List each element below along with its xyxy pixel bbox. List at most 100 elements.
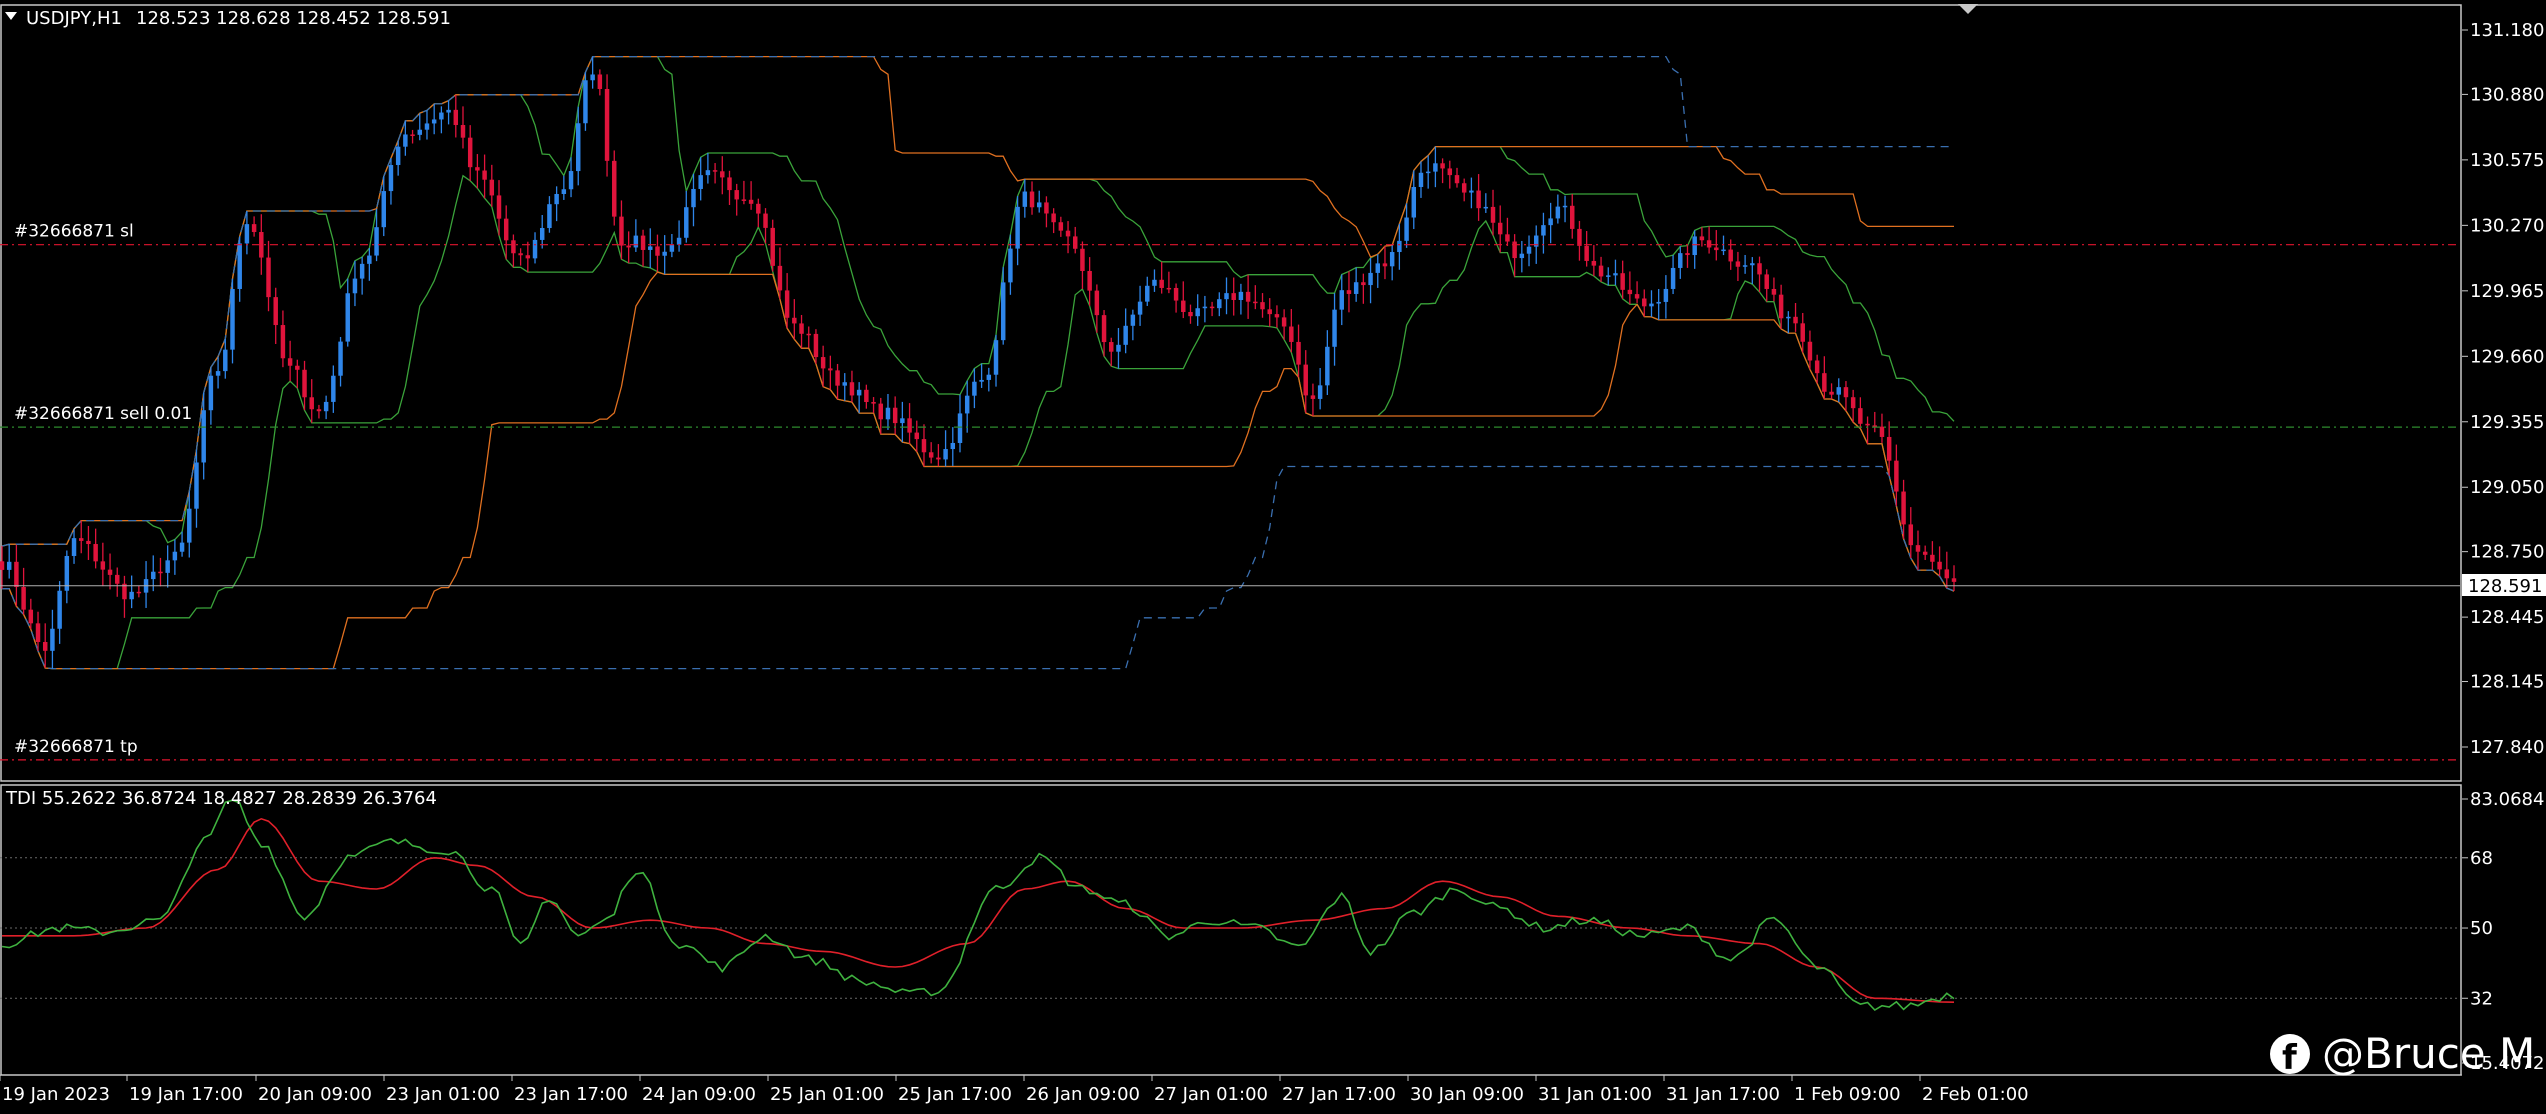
candle-body[interactable] bbox=[979, 379, 984, 382]
candle-body[interactable] bbox=[1325, 346, 1330, 386]
candle-body[interactable] bbox=[331, 375, 336, 402]
candle-body[interactable] bbox=[1685, 253, 1690, 256]
candle-body[interactable] bbox=[129, 591, 134, 600]
candle-body[interactable] bbox=[539, 228, 545, 240]
candle-body[interactable] bbox=[1397, 240, 1402, 253]
collapse-triangle-icon[interactable] bbox=[5, 12, 17, 20]
candle-body[interactable] bbox=[1101, 315, 1107, 343]
candle-body[interactable] bbox=[295, 365, 300, 370]
candle-body[interactable] bbox=[1245, 291, 1251, 302]
candle-body[interactable] bbox=[352, 278, 358, 294]
candle-body[interactable] bbox=[864, 389, 869, 403]
candle-body[interactable] bbox=[1058, 222, 1064, 231]
candle-body[interactable] bbox=[1389, 252, 1395, 267]
candle-body[interactable] bbox=[1152, 279, 1157, 286]
candle-body[interactable] bbox=[1742, 265, 1748, 267]
candle-body[interactable] bbox=[669, 244, 675, 252]
candle-body[interactable] bbox=[900, 418, 905, 424]
candle-body[interactable] bbox=[633, 235, 639, 248]
candle-body[interactable] bbox=[1757, 263, 1762, 275]
candle-body[interactable] bbox=[1361, 282, 1366, 286]
candle-body[interactable] bbox=[0, 561, 5, 570]
candle-body[interactable] bbox=[359, 263, 365, 279]
candle-body[interactable] bbox=[136, 591, 142, 594]
candle-body[interactable] bbox=[1425, 171, 1431, 174]
candle-body[interactable] bbox=[35, 623, 41, 643]
candle-body[interactable] bbox=[986, 374, 992, 380]
candle-body[interactable] bbox=[316, 409, 322, 412]
candle-body[interactable] bbox=[1634, 294, 1640, 299]
candle-body[interactable] bbox=[756, 203, 761, 214]
candle-body[interactable] bbox=[907, 418, 912, 433]
candle-body[interactable] bbox=[928, 452, 934, 458]
candle-body[interactable] bbox=[619, 216, 624, 246]
candle-body[interactable] bbox=[1944, 569, 1950, 579]
candle-body[interactable] bbox=[1461, 183, 1467, 193]
candle-body[interactable] bbox=[1699, 236, 1705, 241]
candle-body[interactable] bbox=[662, 251, 667, 256]
candle-body[interactable] bbox=[648, 246, 653, 250]
candle-body[interactable] bbox=[727, 177, 732, 191]
candle-body[interactable] bbox=[287, 358, 293, 366]
candle-body[interactable] bbox=[1649, 303, 1654, 307]
candle-body[interactable] bbox=[1209, 306, 1215, 309]
candle-body[interactable] bbox=[1375, 263, 1380, 273]
candle-body[interactable] bbox=[734, 190, 739, 200]
candle-body[interactable] bbox=[417, 129, 423, 135]
candle-body[interactable] bbox=[1764, 274, 1769, 289]
candle-body[interactable] bbox=[42, 642, 48, 651]
candle-body[interactable] bbox=[1858, 408, 1863, 424]
candle-body[interactable] bbox=[1807, 341, 1813, 361]
candle-body[interactable] bbox=[1015, 206, 1020, 249]
candle-body[interactable] bbox=[273, 297, 278, 326]
candle-body[interactable] bbox=[813, 333, 819, 358]
candle-body[interactable] bbox=[93, 544, 98, 562]
candle-body[interactable] bbox=[1303, 364, 1308, 396]
candle-body[interactable] bbox=[1519, 253, 1525, 259]
candle-body[interactable] bbox=[921, 439, 927, 453]
candle-body[interactable] bbox=[856, 389, 862, 396]
candle-body[interactable] bbox=[1188, 311, 1193, 317]
candle-body[interactable] bbox=[1613, 273, 1618, 276]
candle-body[interactable] bbox=[1814, 360, 1820, 374]
candle-body[interactable] bbox=[806, 333, 811, 336]
candle-body[interactable] bbox=[561, 189, 567, 194]
candle-body[interactable] bbox=[705, 170, 711, 176]
candle-body[interactable] bbox=[1166, 287, 1172, 290]
candle-body[interactable] bbox=[50, 628, 55, 651]
candle-body[interactable] bbox=[86, 540, 91, 545]
candle-body[interactable] bbox=[323, 401, 329, 412]
candle-body[interactable] bbox=[482, 170, 487, 180]
candle-body[interactable] bbox=[1930, 554, 1935, 562]
candle-body[interactable] bbox=[691, 188, 696, 208]
candle-body[interactable] bbox=[1606, 275, 1611, 277]
candle-body[interactable] bbox=[950, 442, 956, 450]
candle-body[interactable] bbox=[1497, 222, 1503, 235]
candle-body[interactable] bbox=[878, 403, 883, 420]
candle-body[interactable] bbox=[21, 587, 26, 610]
candle-body[interactable] bbox=[1505, 234, 1510, 242]
candle-body[interactable] bbox=[1512, 241, 1517, 259]
candle-body[interactable] bbox=[439, 112, 444, 120]
candle-body[interactable] bbox=[1490, 206, 1496, 223]
candle-body[interactable] bbox=[1217, 299, 1222, 309]
candle-body[interactable] bbox=[208, 375, 214, 411]
candle-body[interactable] bbox=[1562, 205, 1568, 208]
candle-body[interactable] bbox=[604, 88, 610, 161]
candle-body[interactable] bbox=[1339, 290, 1344, 310]
candle-body[interactable] bbox=[1642, 298, 1647, 307]
candle-body[interactable] bbox=[367, 255, 372, 264]
candle-body[interactable] bbox=[792, 317, 797, 324]
candle-body[interactable] bbox=[777, 265, 783, 291]
candle-body[interactable] bbox=[943, 449, 948, 460]
candle-body[interactable] bbox=[972, 381, 977, 396]
candle-body[interactable] bbox=[964, 395, 970, 414]
candle-body[interactable] bbox=[1433, 163, 1438, 172]
candle-body[interactable] bbox=[1036, 202, 1042, 208]
candle-body[interactable] bbox=[684, 207, 689, 238]
candle-body[interactable] bbox=[1159, 279, 1164, 288]
candle-body[interactable] bbox=[1267, 309, 1272, 315]
candle-body[interactable] bbox=[741, 199, 747, 201]
candle-body[interactable] bbox=[496, 195, 502, 219]
candle-body[interactable] bbox=[1678, 253, 1683, 268]
